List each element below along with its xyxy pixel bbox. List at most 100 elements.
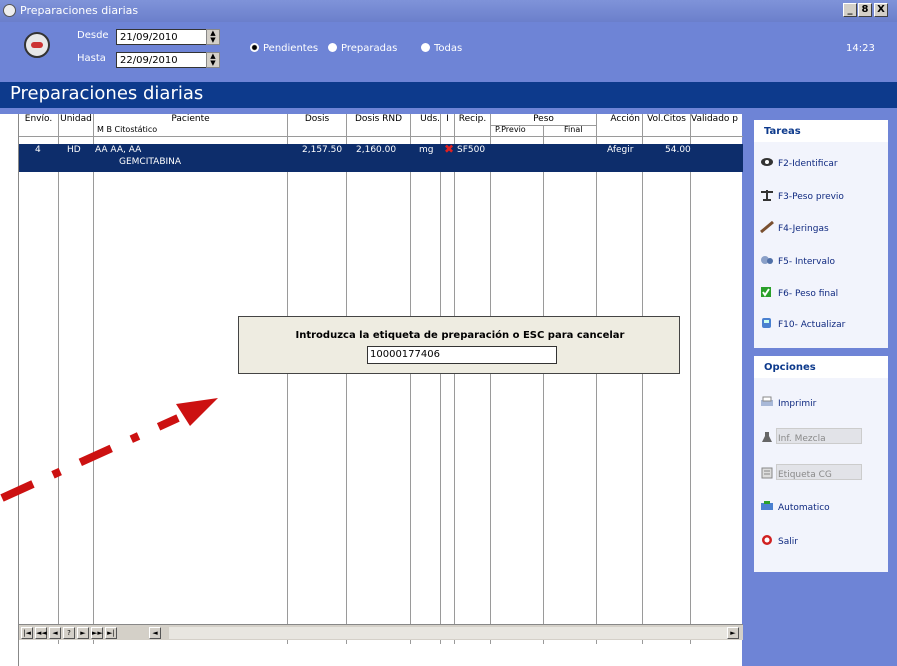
prev-record-button[interactable]: ◄ xyxy=(49,627,61,639)
cell-accion: Afegir xyxy=(607,145,634,155)
cell-unidad: HD xyxy=(67,145,81,155)
task-peso-final[interactable]: F6- Peso final xyxy=(760,286,838,299)
hasta-label: Hasta xyxy=(77,53,106,64)
radio-icon xyxy=(328,43,337,52)
task-intervalo-label: F5- Intervalo xyxy=(778,257,835,267)
power-icon xyxy=(762,535,772,545)
column-divider xyxy=(454,114,455,644)
col-header-recip[interactable]: Recip. xyxy=(455,114,490,125)
cell-dosis: 2,157.50 xyxy=(302,145,343,155)
radio-todas-label: Todas xyxy=(434,43,463,54)
radio-pendientes-label: Pendientes xyxy=(263,43,319,54)
col-header-accion[interactable]: Acción xyxy=(597,114,642,125)
col-header-paciente[interactable]: Paciente xyxy=(94,114,287,125)
column-divider xyxy=(93,114,94,644)
cell-recip: SF500 xyxy=(457,145,486,155)
column-divider xyxy=(440,114,441,644)
option-automatico[interactable]: Automatico xyxy=(760,500,830,513)
desde-spinner[interactable]: ▲ ▼ xyxy=(206,29,220,45)
task-peso-previo[interactable]: F3-Peso previo xyxy=(760,189,844,202)
task-jeringas-label: F4-Jeringas xyxy=(778,224,829,234)
opciones-panel: Opciones Imprimir Inf. Mezcla Etiqueta C… xyxy=(754,356,888,572)
radio-preparadas-label: Preparadas xyxy=(341,43,398,54)
hasta-date-field[interactable]: 22/09/2010 xyxy=(116,52,220,68)
scroll-left-button[interactable]: ◄ xyxy=(149,627,161,639)
radio-todas[interactable]: Todas xyxy=(421,43,462,54)
minimize-button[interactable]: _ xyxy=(843,3,857,17)
col-header-dosis[interactable]: Dosis xyxy=(288,114,346,125)
window-title: Preparaciones diarias xyxy=(20,4,139,17)
task-jeringas[interactable]: F4-Jeringas xyxy=(760,221,829,234)
option-inf-mezcla[interactable]: Inf. Mezcla xyxy=(760,428,862,444)
col-header-uds[interactable]: Uds. xyxy=(411,114,440,125)
desde-label: Desde xyxy=(77,30,109,41)
col-header-envio[interactable]: Envío. xyxy=(19,114,58,125)
column-divider xyxy=(690,114,691,644)
option-etiqueta-cg[interactable]: Etiqueta CG xyxy=(760,464,862,480)
hasta-spinner[interactable]: ▲ ▼ xyxy=(206,52,220,68)
column-divider xyxy=(410,114,411,644)
cell-dosis-rnd: 2,160.00 xyxy=(356,145,397,155)
col-header-peso[interactable]: Peso xyxy=(491,114,596,125)
column-divider xyxy=(287,114,288,644)
cell-paciente: AA AA, AA xyxy=(95,145,142,155)
option-salir-label: Salir xyxy=(778,537,798,547)
column-divider xyxy=(346,114,347,644)
interval-icon xyxy=(761,256,773,264)
maximize-button[interactable]: 8 xyxy=(858,3,872,17)
scroll-right-button[interactable]: ► xyxy=(727,627,739,639)
next-record-button[interactable]: ► xyxy=(77,627,89,639)
first-record-button[interactable]: |◄ xyxy=(21,627,33,639)
red-arrow-annotation xyxy=(0,398,218,502)
radio-pendientes[interactable]: Pendientes xyxy=(250,43,318,54)
column-divider xyxy=(596,114,597,644)
table-row[interactable]: 4 HD AA AA, AA GEMCITABINA 2,157.50 2,16… xyxy=(19,144,743,172)
last-record-button[interactable]: ►| xyxy=(105,627,117,639)
automatic-icon xyxy=(761,501,773,510)
page-title: Preparaciones diarias xyxy=(0,82,897,108)
label-input[interactable]: 10000177406 xyxy=(367,346,557,364)
subheader-peso-final: Final xyxy=(564,125,583,134)
column-divider xyxy=(490,114,491,644)
column-divider xyxy=(58,114,59,644)
tareas-panel: Tareas F2-Identificar F3-Peso previo F4-… xyxy=(754,120,888,348)
task-identificar[interactable]: F2-Identificar xyxy=(760,156,838,169)
horizontal-scrollbar[interactable] xyxy=(169,627,729,639)
prev-page-button[interactable]: ◄◄ xyxy=(35,627,47,639)
task-peso-previo-label: F3-Peso previo xyxy=(778,192,844,202)
scale-icon xyxy=(761,190,773,201)
radio-icon xyxy=(421,43,430,52)
col-header-dosis-rnd[interactable]: Dosis RND xyxy=(347,114,410,125)
header-bottom-border xyxy=(19,136,743,137)
desde-date-field[interactable]: 21/09/2010 xyxy=(116,29,220,45)
label-icon xyxy=(761,467,773,479)
dialog-prompt: Introduzca la etiqueta de preparación o … xyxy=(295,330,625,341)
task-identificar-label: F2-Identificar xyxy=(778,159,838,169)
incidence-x-icon: ✖ xyxy=(444,142,455,156)
task-actualizar[interactable]: F10- Actualizar xyxy=(760,317,845,330)
refresh-icon xyxy=(762,318,771,328)
app-icon xyxy=(3,4,16,17)
cell-citostatico: GEMCITABINA xyxy=(119,157,182,167)
search-record-button[interactable]: ? xyxy=(63,627,75,639)
next-page-button[interactable]: ►► xyxy=(91,627,103,639)
col-header-unidad[interactable]: Unidad xyxy=(59,114,93,125)
tareas-title: Tareas xyxy=(754,120,888,142)
option-imprimir-label: Imprimir xyxy=(778,399,817,409)
syringe-icon xyxy=(760,221,774,233)
option-imprimir[interactable]: Imprimir xyxy=(760,396,816,409)
close-button[interactable]: X xyxy=(874,3,888,17)
subheader-citostatico: M B Citostático xyxy=(97,125,158,134)
option-salir[interactable]: Salir xyxy=(760,534,798,547)
record-navigator: |◄ ◄◄ ◄ ? ► ►► ►| ◄ ► xyxy=(19,624,743,640)
task-intervalo[interactable]: F5- Intervalo xyxy=(760,254,835,267)
eye-icon xyxy=(761,158,773,166)
clock: 14:23 xyxy=(846,43,875,54)
col-header-validado[interactable]: Validado p xyxy=(691,114,743,125)
opciones-title: Opciones xyxy=(754,356,888,378)
radio-preparadas[interactable]: Preparadas xyxy=(328,43,397,54)
col-header-i[interactable]: I xyxy=(441,114,454,125)
col-header-vol-citos[interactable]: Vol.Citos xyxy=(643,114,690,125)
option-inf-mezcla-label: Inf. Mezcla xyxy=(778,434,826,444)
subheader-peso-previo: P.Previo xyxy=(495,125,526,134)
